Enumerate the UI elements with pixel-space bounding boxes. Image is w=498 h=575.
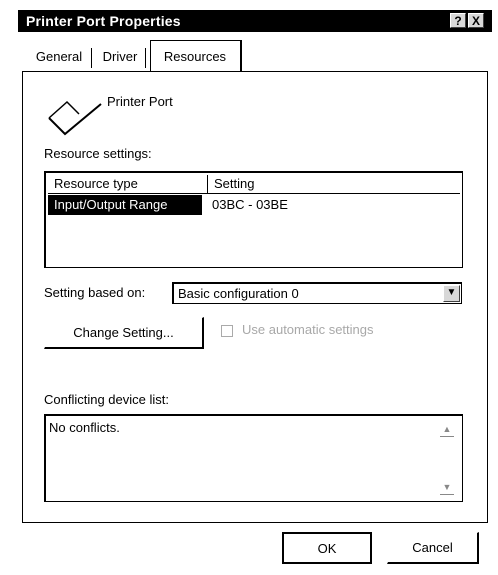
device-name: Printer Port bbox=[107, 94, 173, 109]
conflict-status-text: No conflicts. bbox=[49, 420, 120, 435]
panel-border-left bbox=[22, 71, 23, 523]
help-button[interactable]: ? bbox=[450, 13, 466, 28]
tab-divider bbox=[91, 48, 92, 68]
panel-border-right bbox=[487, 71, 488, 523]
configuration-value: Basic configuration 0 bbox=[178, 286, 299, 301]
conflicting-device-list[interactable]: No conflicts. ▲ ▼ bbox=[44, 414, 463, 502]
tab-divider bbox=[145, 48, 146, 68]
scroll-down-icon[interactable]: ▼ bbox=[440, 480, 454, 495]
chevron-down-icon[interactable]: ▼ bbox=[443, 285, 460, 302]
column-header-resource-type[interactable]: Resource type bbox=[48, 175, 208, 193]
scroll-up-icon[interactable]: ▲ bbox=[440, 422, 454, 437]
change-setting-button[interactable]: Change Setting... bbox=[44, 317, 204, 349]
tab-driver[interactable]: Driver bbox=[95, 46, 145, 68]
panel-border-bottom bbox=[22, 522, 488, 523]
tab-resources[interactable]: Resources bbox=[153, 46, 237, 68]
tab-general[interactable]: General bbox=[28, 46, 90, 68]
column-header-setting[interactable]: Setting bbox=[208, 175, 460, 193]
list-header: Resource type Setting bbox=[48, 175, 460, 194]
cancel-button[interactable]: Cancel bbox=[387, 532, 479, 564]
resource-settings-label: Resource settings: bbox=[44, 146, 152, 161]
resource-row-setting[interactable]: 03BC - 03BE bbox=[212, 195, 288, 215]
window-title: Printer Port Properties bbox=[26, 13, 181, 29]
resource-row-type[interactable]: Input/Output Range bbox=[48, 195, 202, 215]
use-automatic-settings-checkbox[interactable] bbox=[221, 325, 233, 337]
ok-button[interactable]: OK bbox=[282, 532, 372, 564]
configuration-select[interactable]: Basic configuration 0 ▼ bbox=[172, 282, 462, 304]
resource-list[interactable]: Resource type Setting Input/Output Range… bbox=[44, 171, 463, 268]
conflicting-device-list-label: Conflicting device list: bbox=[44, 392, 169, 407]
printer-port-icon bbox=[48, 100, 102, 136]
title-bar[interactable]: Printer Port Properties ? X bbox=[18, 10, 492, 32]
setting-based-on-label: Setting based on: bbox=[44, 285, 146, 300]
close-button[interactable]: X bbox=[468, 13, 484, 28]
panel-border-top bbox=[22, 71, 488, 72]
use-automatic-settings-label: Use automatic settings bbox=[242, 322, 374, 337]
